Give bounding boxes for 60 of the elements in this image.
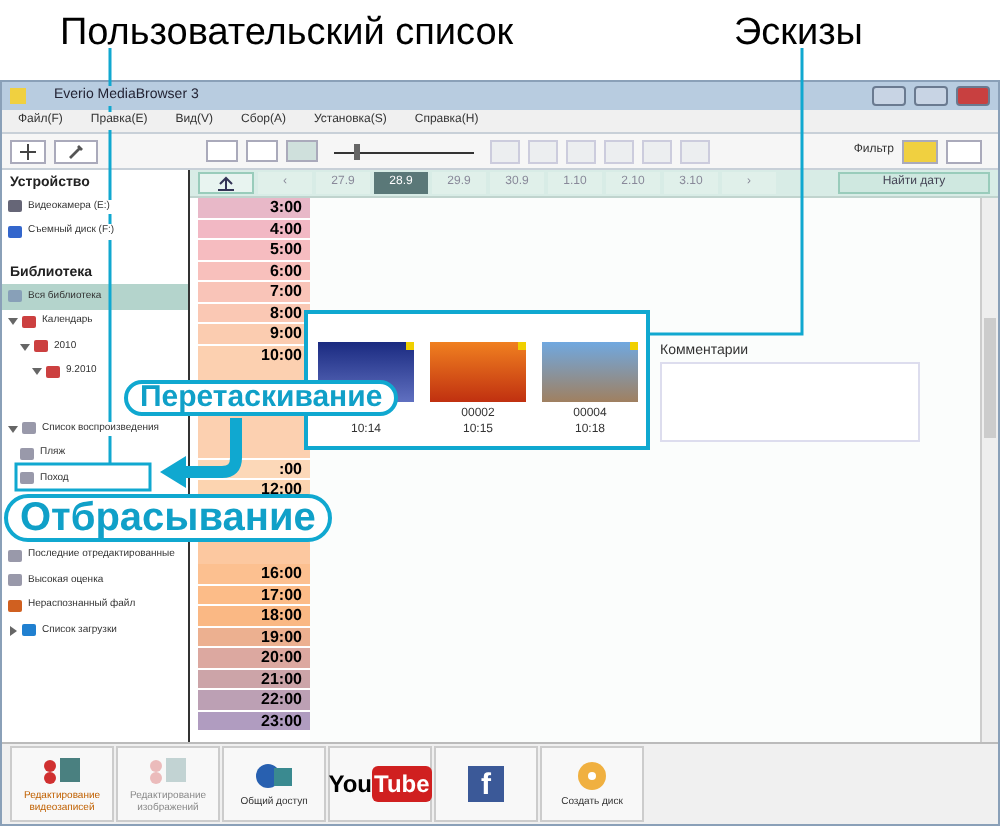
minimize-button[interactable] bbox=[872, 86, 906, 106]
youtube-button[interactable]: YouTube bbox=[328, 746, 432, 822]
collapse-arrow-icon bbox=[8, 316, 18, 327]
scissors-film-icon bbox=[42, 754, 82, 786]
hour-label: 5:00 bbox=[198, 240, 310, 261]
view-button[interactable] bbox=[286, 140, 318, 162]
hour-label: 19:00 bbox=[198, 627, 310, 648]
collapse-arrow-icon bbox=[32, 366, 42, 377]
view-button[interactable] bbox=[246, 140, 278, 162]
globe-film-icon bbox=[254, 760, 294, 792]
collapse-arrow-icon bbox=[8, 423, 18, 434]
annotation-label: Пользовательский список bbox=[60, 10, 514, 58]
hour-label: 16:00 bbox=[198, 564, 310, 585]
toolbar-button[interactable] bbox=[528, 139, 558, 163]
color-filter-button[interactable] bbox=[902, 139, 938, 163]
drag-arrow bbox=[160, 418, 242, 488]
hour-label: 17:00 bbox=[198, 585, 310, 606]
library-icon bbox=[8, 290, 22, 303]
expand-arrow-icon bbox=[8, 625, 18, 636]
toolbar-button[interactable] bbox=[604, 139, 634, 163]
rating-filter-button[interactable] bbox=[946, 139, 982, 163]
scissors-film-icon bbox=[148, 754, 188, 786]
hour-label: 22:00 bbox=[198, 690, 310, 711]
toolbar-button[interactable] bbox=[642, 139, 672, 163]
hour-label: 23:00 bbox=[198, 711, 310, 732]
hour-label: 3:00 bbox=[198, 198, 310, 219]
hour-label: 9:00 bbox=[198, 324, 310, 345]
hour-label: 18:00 bbox=[198, 606, 310, 627]
maximize-button[interactable] bbox=[914, 86, 948, 106]
app-icon bbox=[10, 88, 26, 104]
hour-label: 6:00 bbox=[198, 261, 310, 282]
hour-label: 7:00 bbox=[198, 282, 310, 303]
facebook-button[interactable]: f bbox=[434, 746, 538, 822]
drop-target-highlight bbox=[14, 462, 152, 492]
add-button[interactable] bbox=[10, 139, 46, 163]
up-button[interactable] bbox=[198, 172, 254, 194]
file-icon bbox=[8, 599, 22, 612]
callout-label: Перетаскивание bbox=[124, 380, 399, 416]
toolbar-button[interactable] bbox=[490, 139, 520, 163]
collapse-arrow-icon bbox=[20, 341, 30, 352]
annotation-label: Эскизы bbox=[734, 10, 863, 58]
globe-icon bbox=[22, 624, 36, 637]
wrench-icon bbox=[68, 143, 84, 159]
up-arrow-icon bbox=[216, 175, 236, 191]
scrollbar[interactable] bbox=[980, 198, 998, 742]
callout-label: Отбрасывание bbox=[4, 494, 332, 542]
tools-button[interactable] bbox=[54, 139, 98, 163]
toolbar-button[interactable] bbox=[566, 139, 596, 163]
hour-label: 20:00 bbox=[198, 648, 310, 669]
close-button[interactable] bbox=[956, 86, 990, 106]
disc-icon bbox=[572, 760, 612, 792]
hour-label: 4:00 bbox=[198, 219, 310, 240]
plus-icon bbox=[20, 143, 36, 159]
slider-thumb[interactable] bbox=[354, 143, 361, 159]
view-button[interactable] bbox=[206, 140, 238, 162]
zoom-slider[interactable] bbox=[334, 143, 474, 159]
hour-label: 21:00 bbox=[198, 669, 310, 690]
camera-icon bbox=[8, 200, 22, 213]
comment-field[interactable] bbox=[660, 362, 920, 442]
toolbar-button[interactable] bbox=[680, 139, 710, 163]
